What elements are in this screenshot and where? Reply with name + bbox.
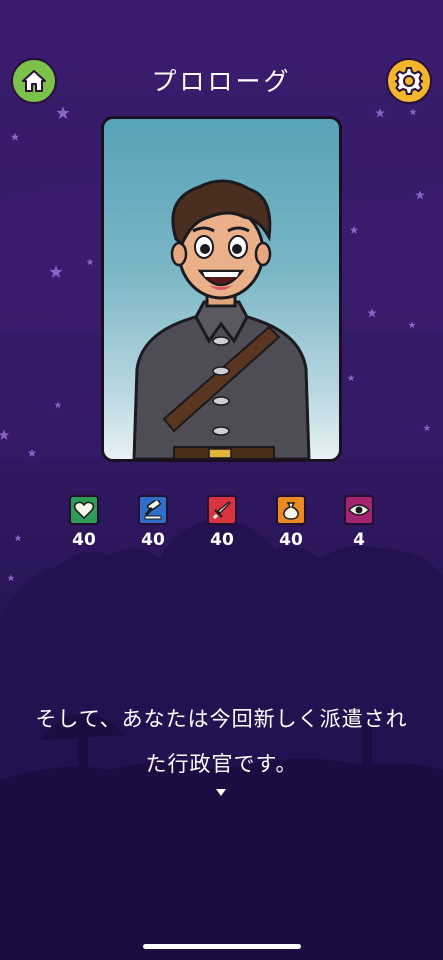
stat-heart: 40 <box>66 495 102 550</box>
stat-insight: 4 <box>341 495 377 550</box>
gear-icon <box>395 67 423 95</box>
stat-insight-value: 4 <box>353 530 365 550</box>
stat-military-value: 40 <box>210 530 234 550</box>
character-card <box>101 116 342 462</box>
character-portrait <box>132 179 311 459</box>
stat-money-value: 40 <box>279 530 303 550</box>
stat-military: 40 <box>204 495 240 550</box>
money-bag-icon <box>276 495 306 525</box>
stat-law-value: 40 <box>141 530 165 550</box>
continue-arrow-icon[interactable] <box>216 789 226 796</box>
gavel-icon <box>138 495 168 525</box>
stat-money: 40 <box>273 495 309 550</box>
stats-bar: 40 40 40 40 4 <box>0 495 443 555</box>
home-indicator[interactable] <box>143 944 301 949</box>
dialog-box[interactable]: そして、あなたは今回新しく派遣され た行政官です。 <box>0 697 443 787</box>
stat-heart-value: 40 <box>72 530 96 550</box>
dialog-line-1: そして、あなたは今回新しく派遣され <box>35 707 408 731</box>
page-title: プロローグ <box>151 67 292 96</box>
stat-law: 40 <box>135 495 171 550</box>
settings-button[interactable] <box>386 58 432 104</box>
eye-icon <box>344 495 374 525</box>
dialog-line-2: た行政官です。 <box>145 752 298 776</box>
heart-icon <box>69 495 99 525</box>
sword-icon <box>207 495 237 525</box>
